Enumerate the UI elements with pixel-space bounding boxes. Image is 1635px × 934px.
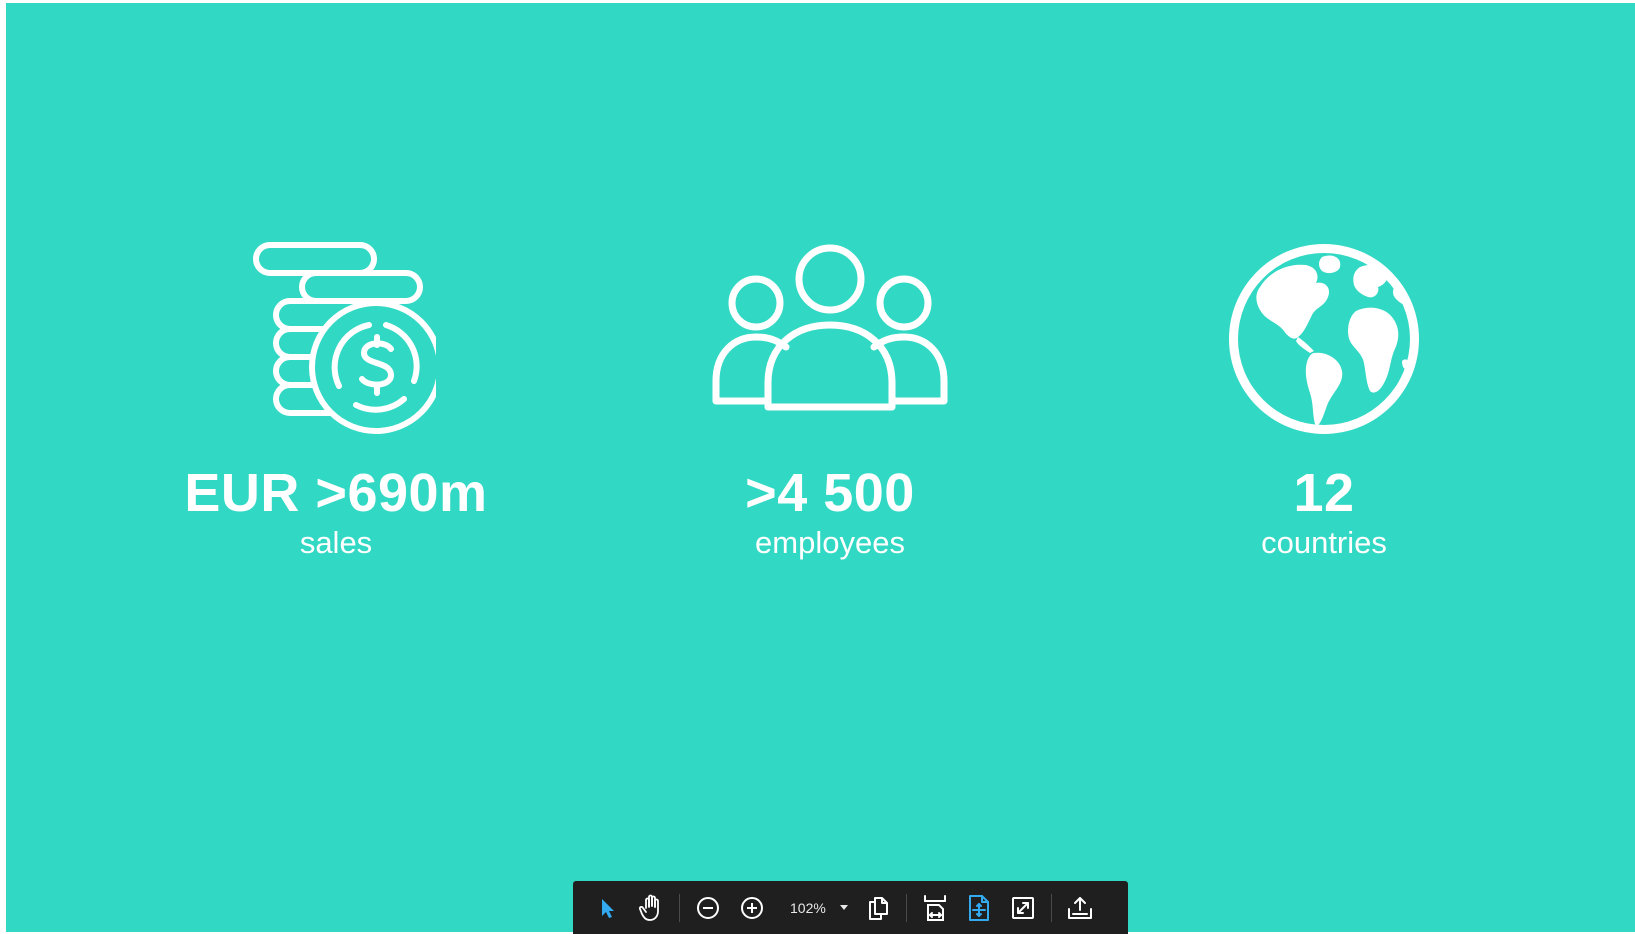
zoom-in-button[interactable] <box>732 888 772 928</box>
fullscreen-icon <box>1012 896 1034 919</box>
fullscreen-button[interactable] <box>1003 888 1043 928</box>
chevron-down-icon <box>840 905 848 910</box>
stat-label: sales <box>299 525 373 560</box>
zoom-in-icon <box>741 896 763 919</box>
presentation-slide: EUR >690m sales >4 500 employees 12 coun… <box>6 3 1635 932</box>
fit-page-button[interactable] <box>959 888 999 928</box>
viewer-toolbar: 102% <box>573 881 1128 934</box>
zoom-level-dropdown[interactable]: 102% <box>786 888 848 928</box>
pan-tool-button[interactable] <box>631 888 671 928</box>
toolbar-divider <box>906 893 907 922</box>
fit-width-button[interactable] <box>915 888 955 928</box>
fit-page-icon <box>969 894 989 921</box>
pages-button[interactable] <box>858 888 898 928</box>
pages-icon <box>869 896 888 920</box>
zoom-level: 102% <box>790 899 826 916</box>
toolbar-divider <box>679 893 680 922</box>
stat-employees: >4 500 employees <box>610 241 1050 561</box>
stat-sales: EUR >690m sales <box>116 241 556 561</box>
coins-dollar-icon <box>253 242 436 434</box>
stat-countries: 12 countries <box>1104 241 1544 561</box>
toolbar-divider <box>1051 893 1052 922</box>
zoom-out-button[interactable] <box>688 888 728 928</box>
fit-width-icon <box>924 894 946 921</box>
share-export-icon <box>1068 896 1092 919</box>
select-arrow-icon <box>602 898 614 918</box>
hand-pan-icon <box>638 894 659 921</box>
share-button[interactable] <box>1060 888 1100 928</box>
zoom-out-icon <box>697 896 719 919</box>
people-group-icon <box>712 244 948 411</box>
select-tool-button[interactable] <box>587 888 627 928</box>
stat-value: 12 <box>1293 463 1355 523</box>
stat-label: employees <box>755 525 905 560</box>
stat-value: >4 500 <box>745 463 915 523</box>
globe-icon <box>1229 244 1419 434</box>
stat-label: countries <box>1261 525 1387 560</box>
stat-value: EUR >690m <box>184 463 488 523</box>
